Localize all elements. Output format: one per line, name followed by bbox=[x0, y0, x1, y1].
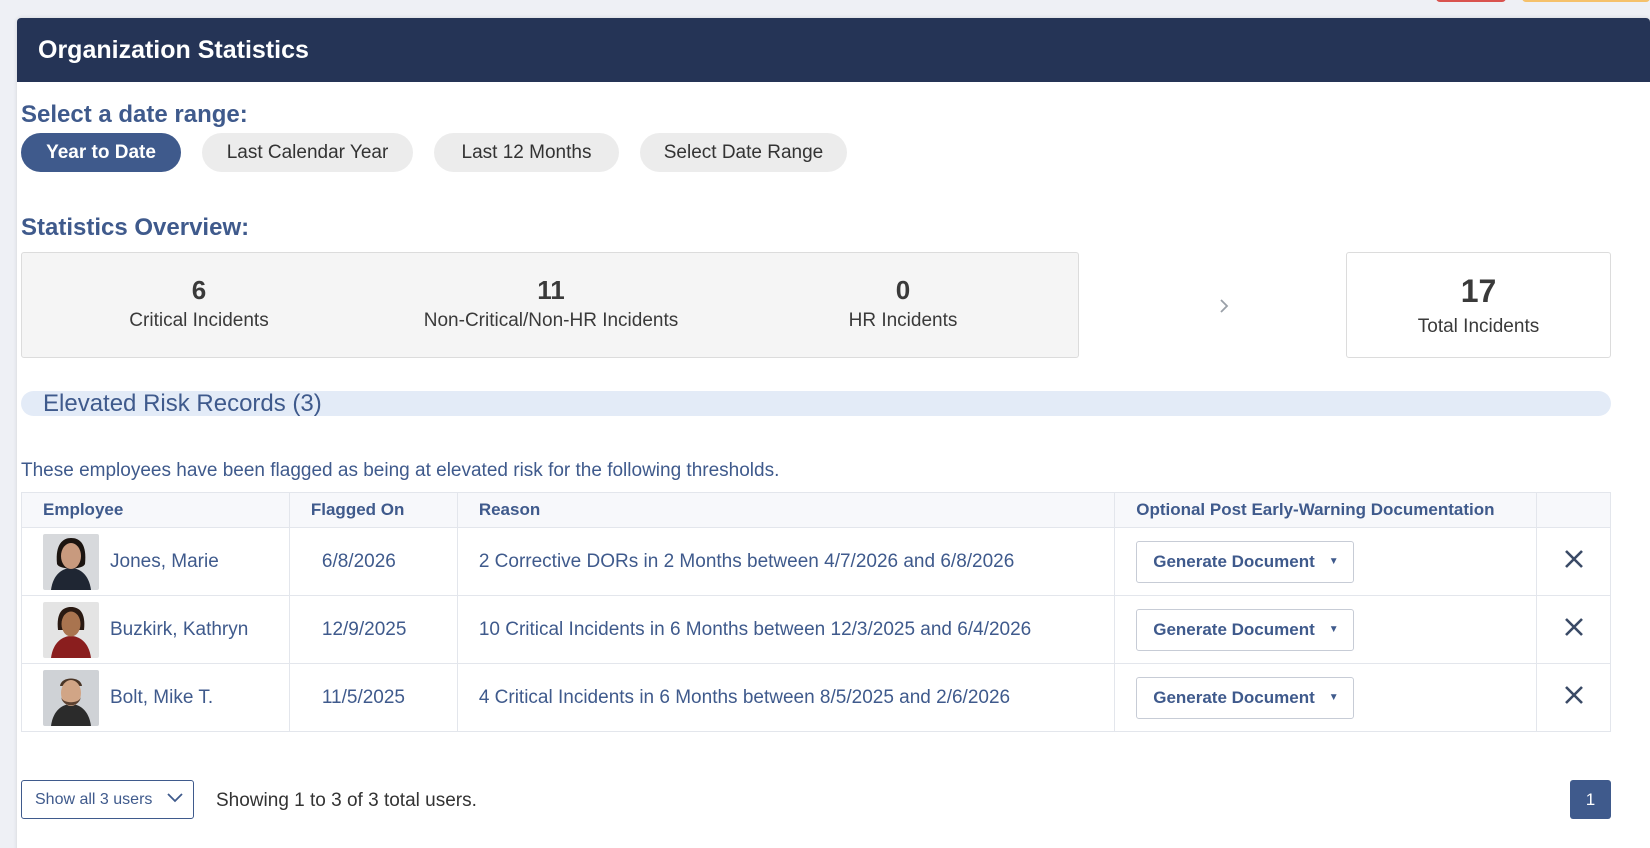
reason-cell: 4 Critical Incidents in 6 Months between… bbox=[456, 663, 1116, 732]
generate-document-label: Generate Document bbox=[1153, 619, 1315, 639]
table-row: Jones, Marie 6/8/2026 2 Corrective DORs … bbox=[21, 527, 1611, 596]
pagination-page-button[interactable]: 1 bbox=[1570, 780, 1611, 819]
range-year-to-date-button[interactable]: Year to Date bbox=[21, 133, 181, 172]
chevron-down-icon bbox=[166, 791, 184, 809]
column-header-reason: Reason bbox=[456, 492, 1116, 528]
remove-cell bbox=[1536, 595, 1611, 664]
remove-cell bbox=[1536, 527, 1611, 596]
statistics-overview-heading: Statistics Overview: bbox=[21, 214, 250, 241]
employee-name[interactable]: Bolt, Mike T. bbox=[110, 687, 213, 709]
close-icon[interactable] bbox=[1563, 616, 1585, 644]
column-header-documentation: Optional Post Early-Warning Documentatio… bbox=[1114, 492, 1538, 528]
users-per-page-value: Show all 3 users bbox=[35, 790, 153, 808]
total-value: 17 bbox=[1460, 273, 1497, 309]
column-header-employee: Employee bbox=[21, 492, 290, 528]
top-danger-button[interactable] bbox=[1436, 0, 1506, 2]
page-title: Organization Statistics bbox=[38, 35, 309, 64]
column-header-remove bbox=[1536, 492, 1611, 528]
reason-cell: 10 Critical Incidents in 6 Months betwee… bbox=[456, 595, 1116, 664]
flagged-on-cell: 11/5/2025 bbox=[288, 663, 458, 732]
stat-critical-incidents: 6 Critical Incidents bbox=[129, 275, 268, 332]
chevron-right-icon bbox=[1218, 295, 1230, 321]
table-header-row: Employee Flagged On Reason Optional Post… bbox=[21, 492, 1611, 528]
date-range-heading: Select a date range: bbox=[21, 101, 248, 128]
caret-down-icon: ▼ bbox=[1328, 692, 1339, 703]
stat-total-incidents: 17 Total Incidents bbox=[1346, 252, 1611, 358]
generate-document-button[interactable]: Generate Document ▼ bbox=[1136, 608, 1355, 651]
generate-document-button[interactable]: Generate Document ▼ bbox=[1136, 676, 1355, 719]
stat-label: HR Incidents bbox=[848, 310, 958, 331]
elevated-risk-table: Employee Flagged On Reason Optional Post… bbox=[21, 492, 1611, 732]
elevated-risk-title: Elevated Risk Records (3) bbox=[43, 390, 322, 417]
documentation-cell: Generate Document ▼ bbox=[1114, 663, 1538, 732]
documentation-cell: Generate Document ▼ bbox=[1114, 595, 1538, 664]
employee-cell: Jones, Marie bbox=[21, 527, 290, 596]
table-row: Buzkirk, Kathryn 12/9/2025 10 Critical I… bbox=[21, 595, 1611, 664]
stat-value: 0 bbox=[895, 275, 911, 305]
generate-document-label: Generate Document bbox=[1153, 551, 1315, 571]
stats-summary-box: 6 Critical Incidents 11 Non-Critical/Non… bbox=[21, 252, 1079, 358]
stat-non-critical-incidents: 11 Non-Critical/Non-HR Incidents bbox=[424, 275, 678, 332]
documentation-cell: Generate Document ▼ bbox=[1114, 527, 1538, 596]
table-row: Bolt, Mike T. 11/5/2025 4 Critical Incid… bbox=[21, 663, 1611, 732]
generate-document-button[interactable]: Generate Document ▼ bbox=[1136, 540, 1355, 583]
close-icon[interactable] bbox=[1563, 684, 1585, 712]
caret-down-icon: ▼ bbox=[1328, 556, 1339, 567]
range-select-date-range-button[interactable]: Select Date Range bbox=[640, 133, 847, 172]
avatar bbox=[43, 533, 99, 590]
stat-label: Critical Incidents bbox=[129, 310, 269, 331]
remove-cell bbox=[1536, 663, 1611, 732]
column-header-flagged-on: Flagged On bbox=[288, 492, 458, 528]
users-per-page-select[interactable]: Show all 3 users bbox=[21, 780, 194, 819]
caret-down-icon: ▼ bbox=[1328, 624, 1339, 635]
card-header: Organization Statistics bbox=[17, 18, 1650, 82]
stat-hr-incidents: 0 HR Incidents bbox=[849, 275, 958, 332]
date-range-options: Year to Date Last Calendar Year Last 12 … bbox=[21, 133, 847, 172]
employee-name[interactable]: Buzkirk, Kathryn bbox=[110, 619, 248, 641]
flagged-on-cell: 6/8/2026 bbox=[288, 527, 458, 596]
generate-document-label: Generate Document bbox=[1153, 687, 1315, 707]
stat-value: 11 bbox=[537, 275, 565, 305]
avatar bbox=[43, 669, 99, 726]
avatar bbox=[43, 601, 99, 658]
employee-cell: Bolt, Mike T. bbox=[21, 663, 290, 732]
elevated-risk-description: These employees have been flagged as bei… bbox=[21, 460, 780, 481]
stat-value: 6 bbox=[191, 275, 207, 305]
top-warning-button[interactable] bbox=[1522, 0, 1650, 2]
range-last-calendar-year-button[interactable]: Last Calendar Year bbox=[202, 133, 413, 172]
pagination-summary: Showing 1 to 3 of 3 total users. bbox=[216, 790, 477, 811]
reason-cell: 2 Corrective DORs in 2 Months between 4/… bbox=[456, 527, 1116, 596]
flagged-on-cell: 12/9/2025 bbox=[288, 595, 458, 664]
employee-name[interactable]: Jones, Marie bbox=[110, 551, 219, 573]
close-icon[interactable] bbox=[1563, 548, 1585, 576]
employee-cell: Buzkirk, Kathryn bbox=[21, 595, 290, 664]
total-label: Total Incidents bbox=[1417, 316, 1540, 337]
range-last-12-months-button[interactable]: Last 12 Months bbox=[434, 133, 619, 172]
stat-label: Non-Critical/Non-HR Incidents bbox=[423, 310, 679, 331]
